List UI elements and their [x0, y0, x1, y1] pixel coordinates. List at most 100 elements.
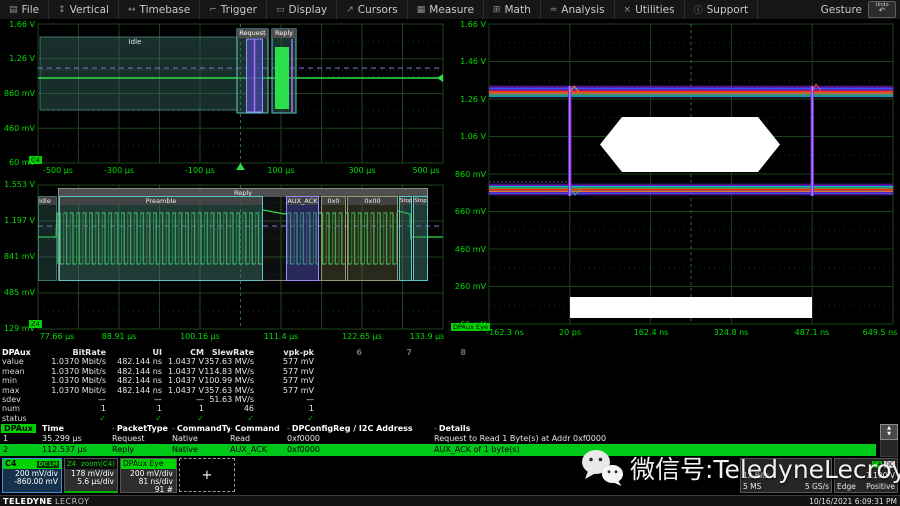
x-tick: -100 µs: [170, 166, 230, 175]
menu-display[interactable]: ▭Display: [267, 0, 337, 19]
measure-cell: —: [42, 395, 106, 404]
x-tick: -500 µs: [28, 166, 88, 175]
status-check-icon: ✓: [162, 414, 204, 423]
measure-cell: 577 mV: [254, 367, 314, 376]
measure-cell: 577 mV: [254, 376, 314, 385]
c4-offset: -860.00 mV: [3, 478, 58, 486]
y-tick: 1.26 V: [446, 95, 486, 104]
zoom-badge-z4[interactable]: Z4: [29, 320, 42, 328]
eye-grid-and-trace: [446, 20, 900, 345]
math-icon: ⊞: [493, 5, 501, 15]
utilities-icon: ×: [624, 5, 632, 15]
measure-cell: 1: [162, 404, 204, 413]
oscilloscope-screen: ▤File ↕Vertical ↔Timebase ⌐Trigger ▭Disp…: [0, 0, 900, 506]
menu-timebase[interactable]: ↔Timebase: [119, 0, 200, 19]
y-tick: 260 mV: [446, 282, 486, 291]
measure-row-label: mean: [0, 367, 42, 376]
stop-decode-box-2: Stop: [413, 196, 428, 281]
measure-column[interactable]: vpk-pk: [254, 348, 314, 357]
y-tick: 1.66 V: [0, 20, 35, 29]
decode-col-packettype[interactable]: PacketType: [112, 424, 172, 434]
stop-decode-box-1: Stop: [399, 196, 412, 281]
descriptor-bar: C4 DC1M 200 mV/div -860.00 mV Z4 zoom(C4…: [0, 457, 900, 495]
x-tick: 122.65 µs: [332, 332, 392, 341]
trigger-source-badge: C4: [872, 461, 882, 468]
measure-cell: 1.0370 Mbit/s: [42, 376, 106, 385]
measure-cell: 1: [106, 404, 162, 413]
decode-row-2-selected[interactable]: 2 112.537 µs Reply Native AUX_ACK 0xf000…: [0, 444, 900, 456]
decode-scrollbar[interactable]: ▲ ▼: [880, 424, 898, 457]
zoom-decode-plot[interactable]: Reply Idle Preamble AUX_ACK 0x0 0x00 Sto…: [0, 180, 446, 345]
decode-col-address[interactable]: DPConfigReg / I2C Address: [287, 424, 434, 434]
menu-cursors[interactable]: ↗Cursors: [337, 0, 408, 19]
x-tick: 88.91 µs: [89, 332, 149, 341]
decode-col-time[interactable]: Time: [42, 424, 112, 434]
status-check-icon: ✓: [254, 414, 314, 423]
support-icon: ⓘ: [694, 3, 703, 16]
measure-column[interactable]: 6: [314, 348, 362, 357]
gesture-label: Gesture: [821, 4, 862, 16]
y-tick: 1.197 V: [0, 216, 35, 225]
eye-descriptor[interactable]: DPAux Eye 200 mV/div 81 ns/div 91 #: [120, 458, 177, 493]
decode-row-1[interactable]: 1 35.299 µs Request Native Read 0xf0000 …: [0, 434, 900, 444]
measure-cell: 1.0437 V: [162, 376, 204, 385]
idle-decode-box: Idle: [38, 196, 57, 281]
decode-col-command[interactable]: Command: [230, 424, 287, 434]
measure-cell: 1.0370 Mbit/s: [42, 386, 106, 395]
zoom-descriptor-z4[interactable]: Z4 zoom(C4) 178 mV/div 5.6 µs/div: [64, 458, 118, 493]
measure-table: DPAux BitRate UI CM SlewRate vpk-pk 6 7 …: [0, 348, 470, 423]
scroll-arrows-button[interactable]: ▲ ▼: [880, 424, 898, 440]
y-tick: 860 mV: [0, 89, 35, 98]
y-tick: 860 mV: [446, 170, 486, 179]
eye-trace-badge[interactable]: DPAux Eye: [451, 323, 490, 331]
menu-trigger[interactable]: ⌐Trigger: [200, 0, 267, 19]
trigger-level: 1.100 V: [866, 470, 895, 481]
decode-col-details[interactable]: Details: [434, 424, 876, 434]
cursors-icon: ↗: [346, 5, 354, 15]
decode-protocol-badge[interactable]: DPAux: [1, 424, 36, 433]
measure-cell: 482.144 ns: [106, 357, 162, 366]
menu-bar: ▤File ↕Vertical ↔Timebase ⌐Trigger ▭Disp…: [0, 0, 900, 20]
measure-cell: 482.144 ns: [106, 376, 162, 385]
decode-col-commandtype[interactable]: CommandType: [172, 424, 230, 434]
measure-cell: 577 mV: [254, 386, 314, 395]
measure-column[interactable]: BitRate: [42, 348, 106, 357]
y-tick: 841 mV: [0, 252, 35, 261]
y-tick: 485 mV: [0, 288, 35, 297]
menu-math[interactable]: ⊞Math: [484, 0, 541, 19]
channel-badge-c4[interactable]: C4: [29, 156, 42, 164]
x-tick: 111.4 µs: [251, 332, 311, 341]
menu-measure[interactable]: ▦Measure: [408, 0, 484, 19]
menu-file[interactable]: ▤File: [0, 0, 49, 19]
idle-annotation: Idle: [105, 38, 165, 46]
eye-diagram-plot[interactable]: 1.66 V 1.46 V 1.26 V 1.06 V 860 mV 660 m…: [446, 20, 900, 345]
measure-cell: 1.0437 V: [162, 357, 204, 366]
channel-descriptor-c4[interactable]: C4 DC1M 200 mV/div -860.00 mV: [2, 458, 62, 493]
menu-vertical[interactable]: ↕Vertical: [49, 0, 119, 19]
measure-column[interactable]: 7: [362, 348, 412, 357]
measure-icon: ▦: [417, 5, 426, 15]
measure-column[interactable]: UI: [106, 348, 162, 357]
menu-support[interactable]: ⓘSupport: [685, 0, 759, 19]
status-check-icon: ✓: [42, 414, 106, 423]
measure-cell: 482.144 ns: [106, 386, 162, 395]
timebase-descriptor[interactable]: 12 Bits 5 MS 5 GS/s: [740, 458, 832, 493]
trigger-descriptor[interactable]: C4 DC 1.100 V Edge Positive: [834, 458, 898, 493]
measure-column[interactable]: 8: [412, 348, 466, 357]
menu-analysis[interactable]: ≈Analysis: [541, 0, 615, 19]
x-tick: 324.8 ns: [701, 328, 761, 337]
z4-tdiv: 5.6 µs/div: [65, 478, 114, 486]
measure-column[interactable]: SlewRate: [204, 348, 254, 357]
undo-button[interactable]: Undo ↶: [868, 1, 896, 18]
measure-cell: —: [162, 395, 204, 404]
measure-cell: 482.144 ns: [106, 367, 162, 376]
x-tick: 20 ps: [540, 328, 600, 337]
measure-column[interactable]: CM: [162, 348, 204, 357]
scroll-track[interactable]: [880, 440, 898, 457]
data-byte-box-0x00: 0x00: [347, 196, 398, 281]
measure-row-label: sdev: [0, 395, 42, 404]
overview-waveform-plot[interactable]: 1.66 V 1.26 V 860 mV 460 mV 60 mV -500 µ…: [0, 20, 446, 180]
add-trace-button[interactable]: +: [179, 458, 235, 492]
status-bar: TELEDYNE LECROY 10/16/2021 6:09:31 PM: [0, 495, 900, 506]
menu-utilities[interactable]: ×Utilities: [615, 0, 685, 19]
